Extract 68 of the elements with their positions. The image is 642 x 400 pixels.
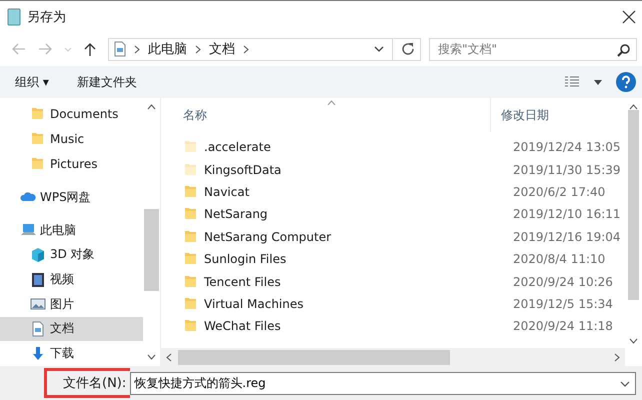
date-cell-text: 2020/8/4 11:10 [512,252,606,266]
column-header[interactable]: 修改日期 [491,98,549,132]
chevron-right-icon [243,44,249,54]
nav-item[interactable]: 视频 [0,267,143,292]
folder-icon [30,156,46,172]
nav-item[interactable]: 图片 [0,292,143,317]
search-field[interactable]: 搜索"文档" [429,38,637,60]
cube-icon [30,246,46,263]
file-row[interactable]: Tencent Files [161,274,497,290]
nav-item[interactable]: 3D 对象 [0,242,143,268]
file-row[interactable]: Sunlogin Files [161,251,497,268]
document-icon [114,41,126,57]
nav-item[interactable]: 下载 [0,341,143,366]
close-icon[interactable] [622,10,636,24]
file-row[interactable]: NetSarang [161,206,497,222]
nav-item[interactable]: 文档 [0,316,143,342]
nav-item[interactable]: Documents [0,102,143,127]
chevron-right-icon [195,44,201,54]
refresh-icon[interactable] [401,42,415,56]
scrollbar-thumb[interactable] [144,209,159,291]
date-cell-text: 2019/11/30 15:39 [512,162,621,177]
file-row[interactable]: .accelerate [161,139,497,156]
date-cell-text: 2020/9/24 10:26 [512,274,613,289]
window-title: 另存为 [27,8,66,26]
filename-field[interactable]: 恢复快捷方式的箭头.reg [130,372,636,394]
picture-icon [30,296,46,312]
date-cell-text: 2019/12/5 15:34 [512,296,613,311]
chevron-down-icon[interactable] [374,46,384,52]
breadcrumb[interactable]: 文档 [209,40,235,58]
file-row[interactable]: NetSarang Computer [161,228,497,245]
file-row[interactable]: Virtual Machines [161,296,497,312]
chevron-right-icon[interactable] [614,352,620,362]
help-icon[interactable] [616,72,636,92]
nav-item[interactable]: Pictures [0,151,143,176]
filename-label: 文件名(N): [63,375,126,392]
date-cell-text: 2020/9/24 11:18 [512,319,613,334]
nav-item[interactable]: Music [0,126,143,152]
chevron-down-icon[interactable] [629,338,638,344]
nav-item[interactable]: 此电脑 [0,218,143,243]
file-row[interactable]: Navicat [161,184,497,200]
date-cell-text: 2019/12/10 16:11 [512,207,621,222]
breadcrumb[interactable]: 此电脑 [148,40,187,58]
date-cell-text: 2019/12/24 13:05 [512,140,621,154]
nav-item[interactable]: WPS网盘 [0,185,143,210]
caret-icon[interactable] [594,80,602,84]
organize-button[interactable]: 组织 ▾ [8,70,56,94]
scrollbar-thumb[interactable] [178,350,450,364]
chevron-up-icon[interactable] [147,104,156,110]
column-header[interactable]: 名称 [161,98,491,132]
address-bar[interactable]: 此电脑 文档 [108,38,421,60]
chevron-right-icon [134,44,140,54]
up-arrow-icon[interactable] [84,42,96,56]
notepad-icon [6,8,22,26]
search-icon[interactable] [617,42,631,56]
view-list-icon[interactable] [564,75,580,89]
scrollbar-thumb[interactable] [628,110,639,300]
document-icon [30,320,46,337]
down-arrow-icon [30,346,46,362]
date-cell-text: 2019/12/16 19:04 [512,230,621,244]
file-row[interactable]: KingsoftData [161,162,497,178]
film-icon [30,272,46,288]
new-folder-button[interactable]: 新建文件夹 [70,70,144,94]
chevron-down-icon[interactable] [620,380,630,386]
file-row[interactable]: WeChat Files [161,318,497,334]
chevron-up-icon[interactable] [629,104,638,110]
chevron-left-icon[interactable] [166,352,172,362]
chevron-down-icon[interactable] [147,354,156,360]
date-cell-text: 2020/6/2 17:40 [512,184,606,199]
